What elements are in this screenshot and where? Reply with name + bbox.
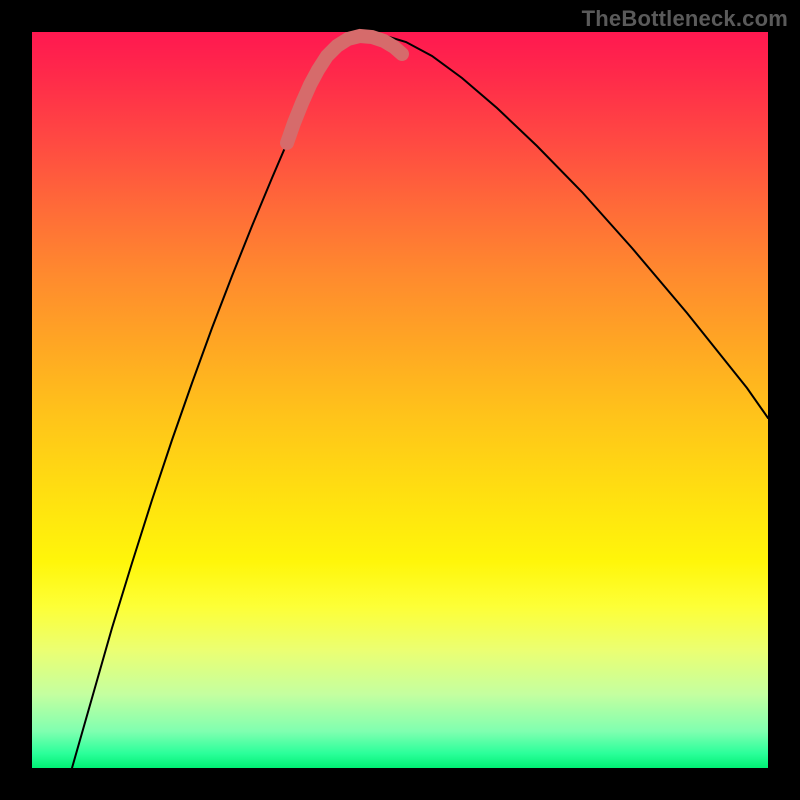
bottleneck-curve	[32, 32, 768, 768]
chart-frame: TheBottleneck.com	[0, 0, 800, 800]
watermark-text: TheBottleneck.com	[582, 6, 788, 32]
